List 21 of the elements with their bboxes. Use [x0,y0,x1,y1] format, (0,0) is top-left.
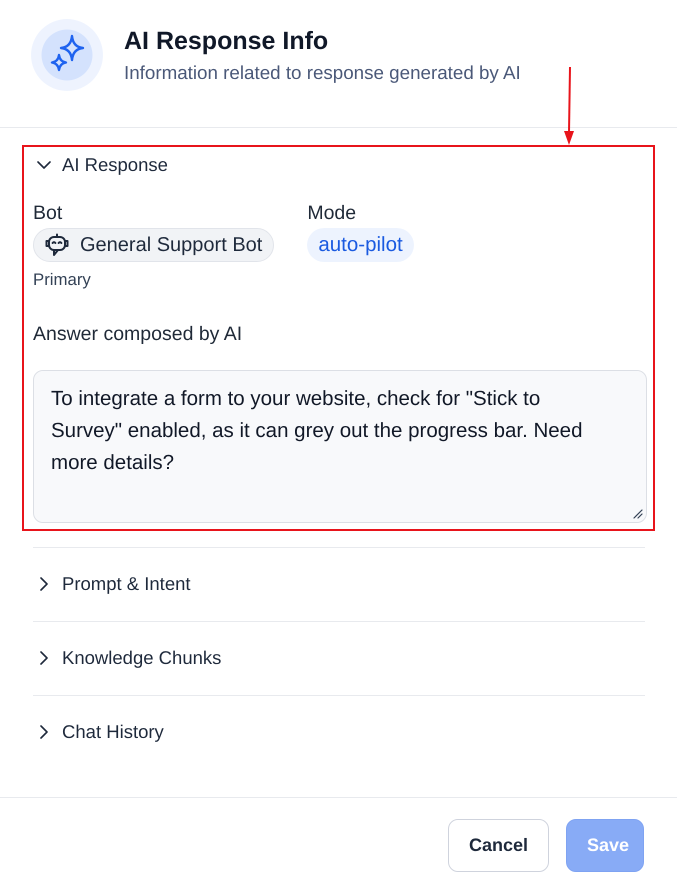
dialog-title: AI Response Info [124,26,330,56]
resize-grip-icon [633,509,643,519]
section-toggle[interactable]: Prompt & Intent [33,572,201,596]
chevron-right-icon [40,651,48,665]
chevron-right-icon [40,577,48,591]
mode-badge: auto-pilot [307,228,414,262]
field-label: Answer composed by AI [33,323,244,345]
chevron-right-icon [40,725,48,739]
answer-field[interactable]: To integrate a form to your website, check for "Stick to Survey" enabled, as it can grey out the progress bar. Need more details? [33,370,647,523]
robot-icon [44,232,70,258]
section-toggle[interactable]: AI Response [33,153,178,177]
section-toggle[interactable]: Knowledge Chunks [33,646,232,670]
bot-role: Primary [33,271,91,289]
field-label: Mode [307,202,356,224]
sparkles-icon [31,19,103,91]
field-label: Bot [33,202,62,224]
chevron-down-icon [37,161,51,169]
dialog-subtitle: Information related to response generated by AI [124,61,521,85]
cancel-button[interactable]: Cancel [448,819,549,872]
section-toggle[interactable]: Chat History [33,720,174,744]
bot-name: General Support Bot [80,234,262,256]
